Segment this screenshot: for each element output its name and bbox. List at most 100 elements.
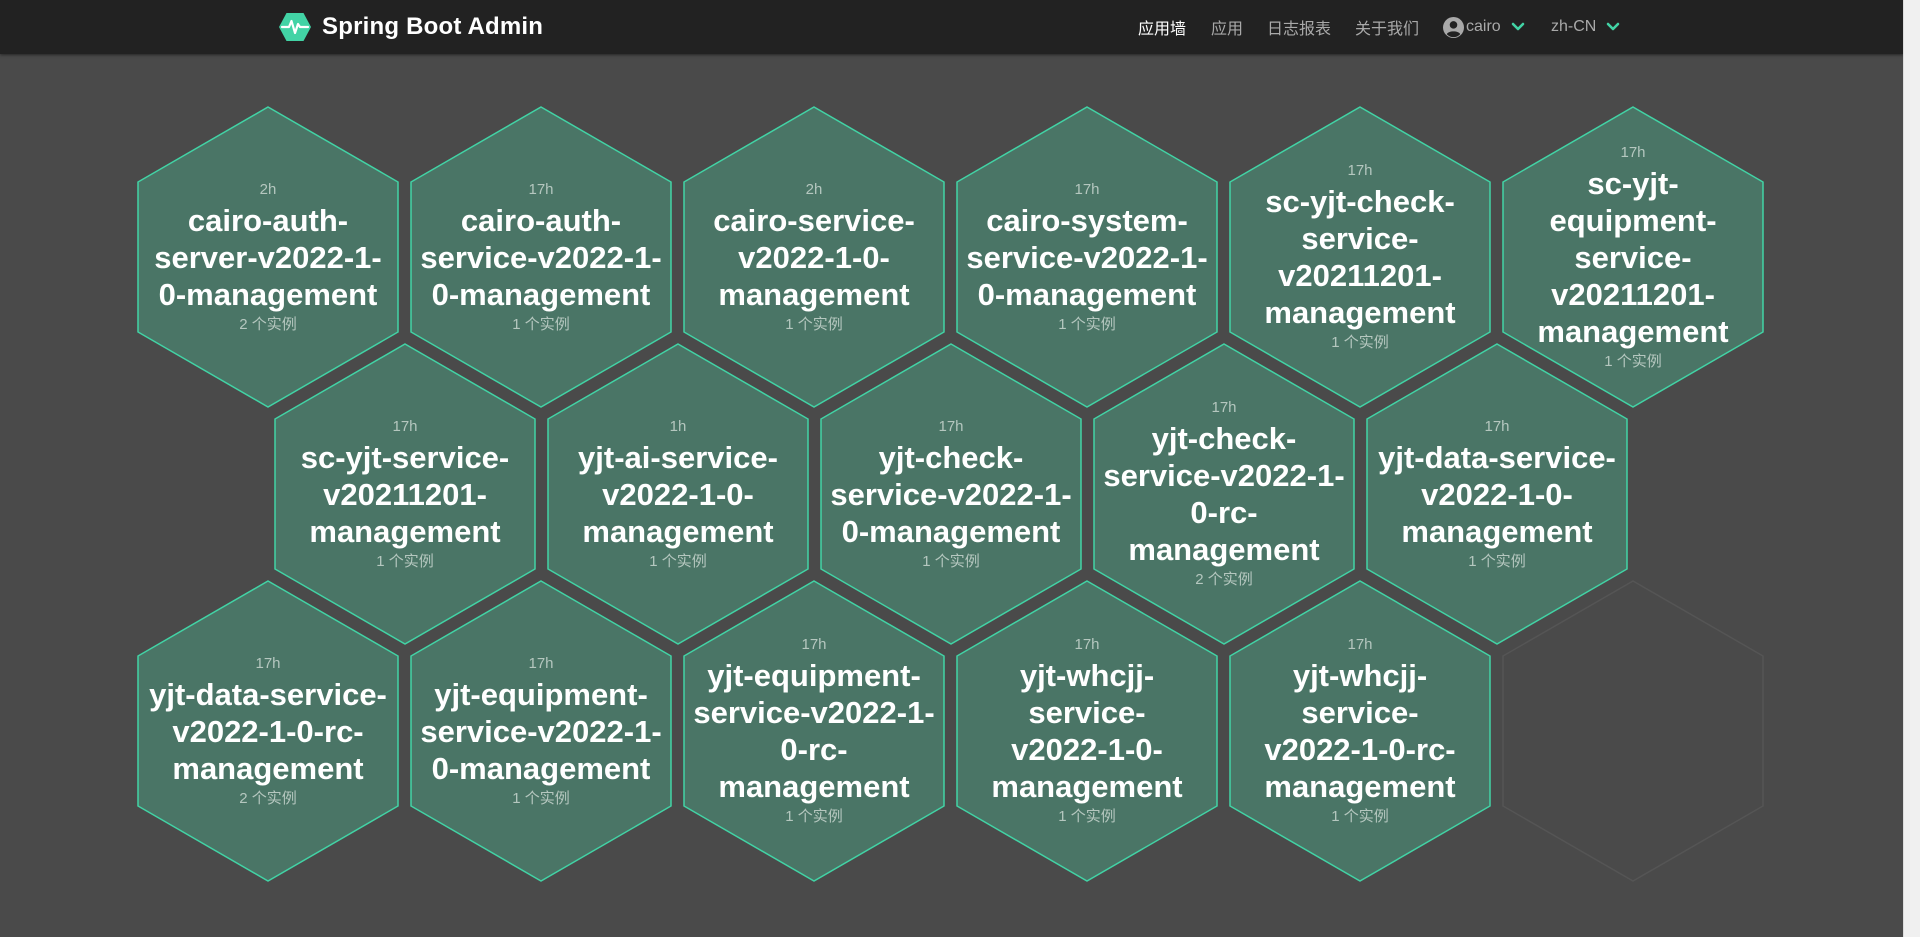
application-name-line: 0-management: [431, 276, 651, 312]
application-uptime: 17h: [528, 180, 554, 198]
application-instance-count: 1 个实例: [922, 552, 980, 570]
application-name-line: yjt-check-: [878, 439, 1024, 475]
nav-item-applications[interactable]: 应用: [1211, 15, 1243, 39]
application-hex-content: 17h yjt-equipment-service-v2022-1- 0-manag…: [410, 580, 672, 882]
application-instance-count: 1 个实例: [512, 789, 570, 807]
application-uptime: 17h: [1074, 636, 1100, 653]
application-name-line: v2022-1-0-: [1421, 476, 1573, 512]
application-name-line: v20211201-: [1278, 258, 1442, 293]
application-name-line: sc-yjt-check-: [1265, 184, 1455, 219]
application-name: yjt-data-service-v2022-1-0- management: [1372, 439, 1622, 550]
application-hex[interactable]: 17h yjt-equipment-service-v2022-1- 0-manag…: [410, 580, 672, 882]
application-name-line: management: [1128, 532, 1320, 567]
nav-item-log-report[interactable]: 日志报表: [1267, 15, 1331, 39]
application-hex-content: 17h yjt-whcjj-service-v2022-1-0- managemen…: [956, 580, 1218, 882]
application-name-line: yjt-equipment-: [707, 658, 921, 693]
application-name-line: management: [582, 513, 774, 549]
user-name: cairo: [1466, 18, 1501, 35]
application-name-line: yjt-equipment-: [434, 676, 648, 712]
application-uptime: 17h: [1484, 417, 1510, 435]
application-hex[interactable]: 17h yjt-whcjj-service-v2022-1-0- managemen…: [956, 580, 1218, 882]
application-name: cairo-system-service-v2022-1- 0-managemen…: [962, 202, 1212, 313]
application-name-line: sc-yjt-service-: [300, 439, 510, 475]
application-name-line: v20211201-: [1551, 276, 1715, 312]
application-instance-count: 1 个实例: [1331, 808, 1389, 825]
application-name-line: yjt-data-service-: [149, 676, 387, 712]
application-name: yjt-data-service-v2022-1-0-rc-management: [143, 676, 393, 787]
application-name: cairo-service-v2022-1-0- management: [689, 202, 939, 313]
application-name: yjt-check-service-v2022-1- 0-rc-managemen…: [1099, 420, 1349, 568]
application-name-line: yjt-whcjj-service-: [1292, 658, 1428, 730]
application-name-line: 0-management: [841, 513, 1061, 549]
application-uptime: 2h: [259, 180, 277, 198]
application-name: yjt-ai-service-v2022-1-0- management: [553, 439, 803, 550]
application-name-line: v20211201-: [323, 476, 487, 512]
application-name-line: yjt-whcjj-service-: [1019, 658, 1155, 730]
application-instance-count: 1 个实例: [785, 315, 843, 333]
application-name: sc-yjt-equipment-service-v20211201- manag…: [1508, 165, 1758, 350]
application-hex-content: 17h yjt-whcjj-service-v2022-1-0-rc-manage…: [1229, 580, 1491, 882]
application-name-line: service-v2022-1-: [966, 239, 1208, 275]
application-instance-count: 2 个实例: [239, 789, 297, 807]
vertical-scrollbar[interactable]: [1903, 0, 1920, 937]
application-hex[interactable]: 17h yjt-equipment-service-v2022-1- 0-rc-ma…: [683, 580, 945, 882]
application-name-line: 0-rc-: [780, 732, 848, 767]
application-name-line: v2022-1-0-rc-: [1264, 732, 1456, 767]
application-uptime: 1h: [669, 417, 687, 435]
application-name-line: management: [1264, 295, 1456, 330]
application-name-line: service-: [1574, 239, 1692, 275]
application-instance-count: 1 个实例: [376, 552, 434, 570]
application-name-line: sc-yjt-: [1587, 165, 1679, 201]
application-name-line: service-v2022-1-: [420, 713, 662, 749]
top-navbar: Spring Boot Admin 应用墙 应用 日志报表 关于我们 cairo…: [0, 0, 1904, 54]
user-menu[interactable]: cairo: [1443, 16, 1525, 38]
application-name-line: v2022-1-0-: [602, 476, 754, 512]
application-uptime: 17h: [801, 636, 827, 653]
application-name-line: cairo-auth-: [460, 202, 622, 238]
application-uptime: 2h: [805, 180, 823, 198]
application-hex[interactable]: 17h yjt-whcjj-service-v2022-1-0-rc-manage…: [1229, 580, 1491, 882]
application-uptime: 17h: [1347, 636, 1373, 653]
chevron-down-icon: [1607, 22, 1620, 31]
application-uptime: 17h: [1074, 180, 1100, 198]
application-name: yjt-equipment-service-v2022-1- 0-manageme…: [416, 676, 666, 787]
application-instance-count: 1 个实例: [1468, 552, 1526, 570]
application-hex-content: 17h yjt-data-service-v2022-1-0-rc-managem…: [137, 580, 399, 882]
application-instance-count: 1 个实例: [512, 315, 570, 333]
nav-item-wallboard[interactable]: 应用墙: [1138, 15, 1186, 39]
application-instance-count: 2 个实例: [239, 315, 297, 333]
application-name: cairo-auth-server-v2022-1- 0-management: [143, 202, 393, 313]
user-avatar-icon: [1443, 16, 1464, 38]
application-uptime: 17h: [255, 654, 281, 672]
application-name-line: 0-management: [977, 276, 1197, 312]
application-uptime: 17h: [1347, 162, 1373, 179]
main-nav: 应用墙 应用 日志报表 关于我们 cairo zh-CN: [0, 0, 1904, 54]
application-name-line: yjt-data-service-: [1378, 439, 1616, 475]
application-name-line: management: [1401, 513, 1593, 549]
application-name-line: yjt-ai-service-: [578, 439, 778, 475]
application-instance-count: 1 个实例: [649, 552, 707, 570]
application-name: yjt-check-service-v2022-1- 0-management: [826, 439, 1076, 550]
application-uptime: 17h: [938, 417, 964, 435]
application-name: sc-yjt-check-service-v20211201- managemen…: [1235, 183, 1485, 331]
application-name: yjt-whcjj-service-v2022-1-0-rc-managemen…: [1235, 657, 1485, 805]
nav-item-about[interactable]: 关于我们: [1355, 15, 1419, 39]
application-name-line: management: [172, 750, 364, 786]
application-name-line: service-: [1301, 221, 1419, 256]
application-uptime: 17h: [1620, 143, 1646, 161]
application-name-line: service-v2022-1-: [693, 695, 935, 730]
application-name-line: server-v2022-1-: [154, 239, 382, 275]
application-uptime: 17h: [1211, 399, 1237, 416]
application-name-line: management: [718, 769, 910, 804]
application-name-line: management: [309, 513, 501, 549]
application-uptime: 17h: [528, 654, 554, 672]
chevron-down-icon: [1511, 22, 1524, 31]
application-hex[interactable]: 17h yjt-data-service-v2022-1-0-rc-managem…: [137, 580, 399, 882]
application-name-line: v2022-1-0-: [738, 239, 890, 275]
application-name-line: service-v2022-1-: [1103, 458, 1345, 493]
application-name-line: equipment-: [1549, 202, 1717, 238]
application-instance-count: 1 个实例: [785, 808, 843, 825]
application-instance-count: 1 个实例: [1058, 315, 1116, 333]
application-name: yjt-equipment-service-v2022-1- 0-rc-manag…: [689, 657, 939, 805]
language-menu[interactable]: zh-CN: [1551, 18, 1620, 36]
